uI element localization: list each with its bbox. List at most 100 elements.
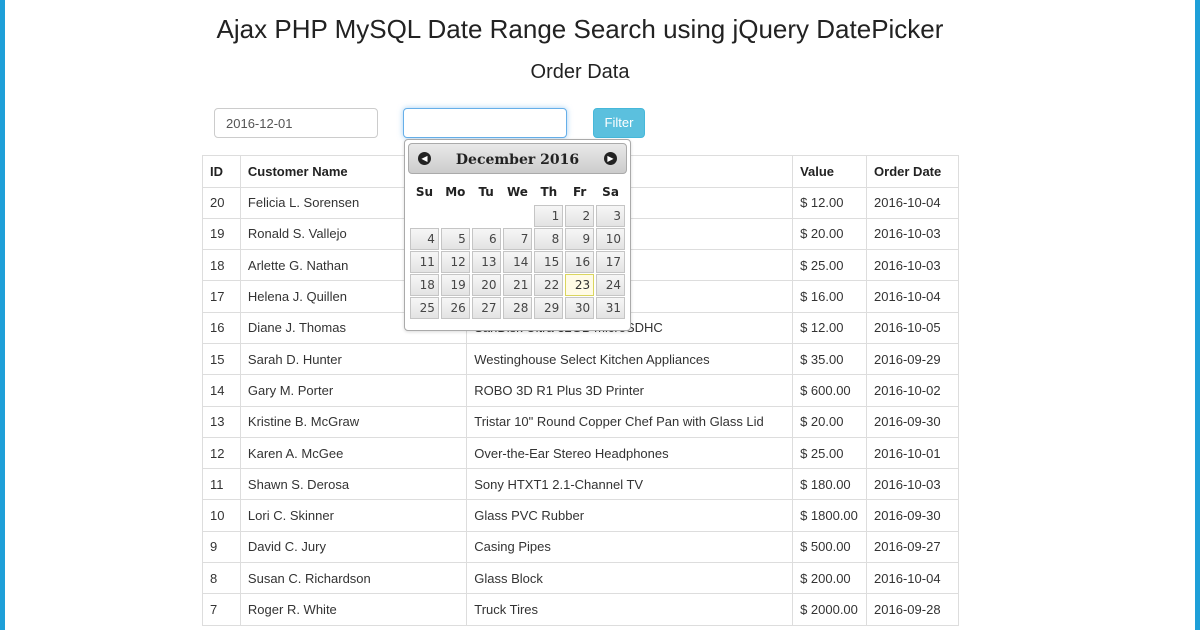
- cell-value: $ 600.00: [792, 374, 868, 407]
- cell-product: Glass Block: [466, 562, 794, 595]
- cell-order-date: 2016-10-01: [866, 436, 959, 470]
- cell-id: 9: [202, 530, 241, 564]
- cell-order-date: 2016-10-02: [866, 374, 959, 407]
- cell-product: Glass PVC Rubber: [466, 499, 794, 532]
- calendar-day[interactable]: 25: [410, 297, 439, 319]
- cell-product: Casing Pipes: [466, 530, 794, 564]
- table-row: 13 Kristine B. McGraw Tristar 10" Round Co…: [202, 405, 959, 438]
- calendar-day[interactable]: 23: [565, 274, 595, 296]
- cell-value: $ 16.00: [792, 280, 868, 313]
- cell-order-date: 2016-09-30: [866, 405, 959, 438]
- table-row: 11 Shawn S. Derosa Sony HTXT1 2.1-Channel …: [202, 468, 959, 501]
- cell-order-date: 2016-10-04: [866, 186, 959, 219]
- from-date-input[interactable]: [214, 108, 378, 138]
- calendar-empty-cell: [441, 205, 470, 227]
- weekday-row: Su Mo Tu We Th Fr Sa: [410, 179, 625, 204]
- cell-value: $ 35.00: [792, 342, 868, 376]
- week-row: 25 26 27 28 29 30 31: [410, 297, 625, 319]
- cell-id: 12: [202, 436, 241, 470]
- calendar-day[interactable]: 14: [502, 251, 533, 273]
- cell-id: 19: [202, 217, 241, 251]
- weekday-label: Tu: [478, 184, 494, 199]
- calendar-empty-cell: [503, 205, 533, 227]
- datepicker-calendar: Su Mo Tu We Th Fr Sa 1 2 3 4 5 6 7 8 9 10 11 12 13 14 15 16 17…: [408, 178, 627, 320]
- cell-value: $ 12.00: [792, 311, 868, 344]
- calendar-day[interactable]: 16: [565, 251, 595, 273]
- calendar-day[interactable]: 31: [596, 297, 625, 319]
- cell-order-date: 2016-09-27: [866, 530, 959, 564]
- weekday-label: Sa: [602, 184, 619, 199]
- week-row: 4 5 6 7 8 9 10: [410, 228, 625, 250]
- cell-order-date: 2016-10-03: [866, 249, 959, 282]
- header-id: ID: [202, 155, 241, 188]
- cell-id: 13: [202, 405, 241, 438]
- calendar-day[interactable]: 19: [440, 274, 470, 296]
- cell-product: Over-the-Ear Stereo Headphones: [466, 436, 794, 470]
- calendar-day[interactable]: 3: [596, 205, 625, 227]
- calendar-day[interactable]: 12: [440, 251, 470, 273]
- calendar-day[interactable]: 28: [502, 297, 533, 319]
- cell-customer-name: Roger R. White: [239, 593, 468, 626]
- calendar-day[interactable]: 29: [534, 297, 564, 319]
- header-order-date: Order Date: [866, 155, 959, 188]
- cell-id: 16: [202, 311, 241, 344]
- table-row: 8 Susan C. Richardson Glass Block $ 200.00 2…: [202, 562, 959, 595]
- calendar-day[interactable]: 15: [534, 251, 564, 273]
- weekday-label: Th: [540, 184, 558, 199]
- table-row: 15 Sarah D. Hunter Westinghouse Select Kit…: [202, 342, 959, 376]
- cell-value: $ 1800.00: [792, 499, 868, 532]
- calendar-day[interactable]: 8: [534, 228, 564, 250]
- cell-customer-name: Kristine B. McGraw: [239, 405, 468, 438]
- calendar-day[interactable]: 10: [596, 228, 625, 250]
- cell-product: Truck Tires: [466, 593, 794, 626]
- calendar-day[interactable]: 24: [596, 274, 625, 296]
- table-row: 9 David C. Jury Casing Pipes $ 500.00 2016-0…: [202, 530, 959, 564]
- cell-order-date: 2016-10-03: [866, 468, 959, 501]
- cell-value: $ 25.00: [792, 249, 868, 282]
- week-row: 123: [410, 205, 625, 227]
- cell-order-date: 2016-10-04: [866, 280, 959, 313]
- cell-order-date: 2016-10-04: [866, 562, 959, 595]
- calendar-day[interactable]: 18: [410, 274, 439, 296]
- cell-customer-name: Susan C. Richardson: [239, 562, 468, 595]
- calendar-day[interactable]: 22: [534, 274, 564, 296]
- cell-order-date: 2016-09-30: [866, 499, 959, 532]
- calendar-day[interactable]: 9: [565, 228, 595, 250]
- calendar-empty-cell: [410, 205, 439, 227]
- calendar-day[interactable]: 26: [440, 297, 470, 319]
- cell-id: 8: [202, 562, 241, 595]
- weekday-label: We: [507, 184, 528, 199]
- calendar-day[interactable]: 6: [471, 228, 501, 250]
- cell-id: 18: [202, 249, 241, 282]
- calendar-day[interactable]: 4: [410, 228, 439, 250]
- cell-order-date: 2016-09-28: [866, 593, 959, 626]
- calendar-day[interactable]: 1: [534, 205, 564, 227]
- calendar-day[interactable]: 27: [471, 297, 501, 319]
- weekday-label: Mo: [445, 184, 466, 199]
- calendar-day[interactable]: 17: [596, 251, 625, 273]
- calendar-day[interactable]: 20: [471, 274, 501, 296]
- calendar-day[interactable]: 13: [471, 251, 501, 273]
- cell-value: $ 180.00: [792, 468, 868, 501]
- cell-customer-name: Gary M. Porter: [239, 374, 468, 407]
- chevron-left-icon[interactable]: ◀: [418, 152, 431, 165]
- calendar-day[interactable]: 7: [502, 228, 533, 250]
- calendar-day[interactable]: 21: [502, 274, 533, 296]
- cell-value: $ 200.00: [792, 562, 868, 595]
- header-value: Value: [792, 155, 868, 188]
- cell-id: 11: [202, 468, 241, 501]
- datepicker-popup: ◀ December 2016 ▶ Su Mo Tu We Th Fr Sa 1234567…: [404, 139, 631, 331]
- week-row: 11 12 13 14 15 16 17: [410, 251, 625, 273]
- cell-product: Westinghouse Select Kitchen Appliances: [466, 342, 794, 376]
- cell-value: $ 20.00: [792, 405, 868, 438]
- to-date-input[interactable]: [403, 108, 567, 138]
- cell-id: 7: [202, 593, 241, 626]
- calendar-day[interactable]: 11: [410, 251, 439, 273]
- calendar-day[interactable]: 30: [565, 297, 595, 319]
- calendar-day[interactable]: 2: [565, 205, 595, 227]
- calendar-day[interactable]: 5: [440, 228, 470, 250]
- filter-button[interactable]: Filter: [593, 108, 645, 138]
- chevron-right-icon[interactable]: ▶: [604, 152, 617, 165]
- table-row: 12 Karen A. McGee Over-the-Ear Stereo Head…: [202, 436, 959, 470]
- cell-customer-name: Shawn S. Derosa: [239, 468, 468, 501]
